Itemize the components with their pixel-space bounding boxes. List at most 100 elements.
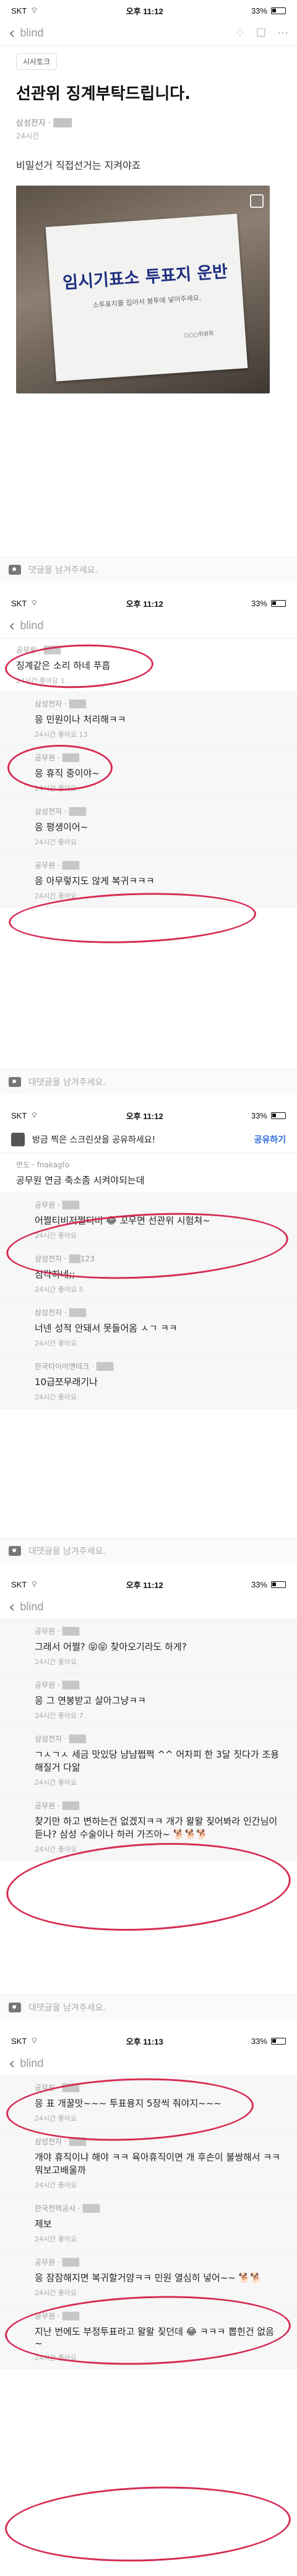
comment-row[interactable]: 삼성전자 · ▒▒▒ 응 민원이나 처리해ㅋㅋ 24시간 좋아요 13 [0, 692, 297, 746]
reply-bar[interactable]: 대댓글을 남겨주세요. [0, 1538, 297, 1563]
comment-row[interactable]: 삼성전자 · ▒▒123 심각하네;; 24시간 좋아요 5 [0, 1247, 297, 1301]
comment-meta: 24시간 좋아요 13 [35, 731, 88, 739]
post-photo[interactable]: 임시기표소 투표지 운반 소투표지를 집어서 봉투에 넣어주세요. ○○○위원회 [16, 186, 270, 393]
screenshot-panel-3: SKT ⌔ 오후 11:12 33% 방금 찍은 스크린샷을 공유하세요! 공유하… [0, 1105, 297, 1563]
reply-placeholder[interactable]: 댓글을 남겨주세요. [28, 564, 98, 576]
screenshot-panel-5: SKT ⌔ 오후 11:13 33% ‹ blind 공무원 · ▒▒▒ 응 표 개… [0, 2030, 297, 2576]
comment-text: 응 평생이어~ [35, 822, 88, 833]
comment-row[interactable]: 한국타이어앤테크 · ▒▒▒ 10급쪼무래기나 24시간 좋아요 [0, 1355, 297, 1409]
comment-meta: 24시간 좋아요 [35, 2181, 77, 2189]
camera-icon[interactable] [9, 564, 21, 575]
camera-icon[interactable] [9, 1076, 21, 1087]
top-nav: ‹ blind [0, 1595, 297, 1620]
comment-row[interactable]: 면도 · fnakagfo 공무원 연금 축소좀 시켜야되는데 [0, 1153, 297, 1193]
comment-list: 공무원 · ▒▒▒ 그래서 어쩔? 😝😝 찾아오기라도 하게? 24시간 좋아요 공무… [0, 1620, 297, 1861]
battery-icon [270, 2037, 286, 2045]
comment-row[interactable]: 공무원 · ▒▒▒ 징계같은 소리 하네 푸흡 24시간 좋아요 1 [0, 638, 297, 692]
comment-row[interactable]: 공무원 · ▒▒▒ 응 표 개꿀맛~~~ 투표용지 5장씩 줘야지~~~ 24시간 … [0, 2076, 297, 2130]
battery-percent: 33% [251, 6, 267, 15]
screenshot-panel-2: SKT ⌔ 오후 11:12 33% ‹ blind 공무원 · ▒▒▒ 징계같은 … [0, 593, 297, 1094]
comment-text: 응 휴직 중이야~ [35, 768, 100, 779]
comment-author: 삼성전자 · ▒▒▒ [35, 807, 87, 816]
comment-meta: 24시간 좋아요 [35, 838, 77, 846]
comment-meta: 24시간 좋아요 [35, 2114, 77, 2123]
battery-icon [270, 599, 286, 607]
comment-row[interactable]: 삼성전자 · ▒▒▒ ㄱㅅㄱㅅ 세금 맛있당 냠냠쩝쩍 ^^ 어차피 한 3달 짓… [0, 1727, 297, 1794]
post-company: 삼성전자 · ▒▒▒ [16, 119, 72, 128]
comment-row[interactable]: 삼성전자 · ▒▒▒ 너넨 성적 안돼서 못들어옴 ㅅㄱ ㅋㅋ 24시간 좋아요 [0, 1301, 297, 1355]
comment-author: 공무원 · ▒▒▒ [35, 2084, 80, 2092]
comment-list: 공무원 · ▒▒▒ 응 표 개꿀맛~~~ 투표용지 5장씩 줘야지~~~ 24시간 … [0, 2076, 297, 2369]
comment-text: 너넨 성적 안돼서 못들어옴 ㅅㄱ ㅋㅋ [35, 1323, 178, 1334]
comment-meta: 24시간 좋아요 7 [35, 1712, 84, 1720]
battery-icon [270, 7, 286, 14]
carrier: SKT [11, 6, 27, 15]
comment-meta: 24시간 좋아요 [35, 1779, 77, 1787]
comment-author: 한국타이어앤테크 · ▒▒▒ [35, 1362, 114, 1371]
comment-text: 10급쪼무래기나 [35, 1376, 98, 1388]
chevron-left-icon[interactable]: ‹ [9, 25, 15, 41]
comment-text: 찾기만 하고 변하는건 없겠지ㅋㅋ 개가 왈왈 짖어봐라 인간님이 듣나? 삼성… [35, 1816, 278, 1840]
comment-text: 응 잠잠해지면 복귀할거얌ㅋㅋ 민원 열심히 넣어~~ 🐕🐕 [35, 2272, 262, 2283]
comment-meta: 24시간 좋아요 1 [16, 677, 65, 685]
bookmark-icon[interactable]: ☐ [256, 27, 266, 40]
category-tag[interactable]: 시사토크 [16, 53, 58, 70]
chevron-left-icon[interactable]: ‹ [9, 2056, 15, 2072]
comment-author: 공무원 · ▒▒▒ [35, 1681, 80, 1689]
wifi-icon: ⌔ [30, 6, 38, 15]
clock: 오후 11:12 [126, 1111, 163, 1121]
comment-meta: 24시간 좋아요 [35, 1393, 77, 1401]
comment-row[interactable]: 삼성전자 · ▒▒▒ 응 평생이어~ 24시간 좋아요 [0, 800, 297, 854]
post: 시사토크 선관위 징계부탁드립니다. 삼성전자 · ▒▒▒ 24시간 비밀선거 … [0, 46, 297, 401]
comment-meta: 24시간 좋아요 [35, 2289, 77, 2297]
reply-bar[interactable]: 댓글을 남겨주세요. [0, 557, 297, 582]
comment-row[interactable]: 공무원 · ▒▒▒ 어쩔티비저쩔티비 😂 꼬우면 선관위 시험쳐~ 24시간 좋아요 [0, 1193, 297, 1247]
battery-icon [270, 1581, 286, 1588]
ballot-envelope: 임시기표소 투표지 운반 소투표지를 집어서 봉투에 넣어주세요. ○○○위원회 [45, 213, 248, 382]
screenshot-panel-1: SKT ⌔ 오후 11:12 33% ‹ blind ♢ ☐ ⋯ 시사토크 선관위 징… [0, 0, 297, 582]
chevron-left-icon[interactable]: ‹ [9, 618, 15, 634]
more-icon[interactable]: ⋯ [277, 27, 288, 40]
reply-placeholder[interactable]: 대댓글을 남겨주세요. [28, 1076, 106, 1088]
chevron-left-icon[interactable]: ‹ [9, 1599, 15, 1615]
share-text: 방금 찍은 스크린샷을 공유하세요! [32, 1135, 156, 1145]
comment-author: 삼성전자 · ▒▒▒ [35, 1308, 87, 1317]
comment-meta: 24시간 좋아요 5 [35, 1286, 84, 1294]
comment-row[interactable]: 공무원 · ▒▒▒ 찾기만 하고 변하는건 없겠지ㅋㅋ 개가 왈왈 짖어봐라 인간… [0, 1794, 297, 1861]
reply-placeholder[interactable]: 대댓글을 남겨주세요. [28, 2001, 106, 2014]
comment-author: 공무원 · ▒▒▒ [35, 753, 80, 762]
comment-meta: 24시간 좋아요 [35, 1845, 77, 1853]
reply-bar[interactable]: 대댓글을 남겨주세요. [0, 1994, 297, 2019]
comment-text: 응 그 연봉받고 살아그냥ㅋㅋ [35, 1695, 146, 1706]
reply-placeholder[interactable]: 대댓글을 남겨주세요. [28, 1545, 106, 1557]
wifi-icon: ⌔ [30, 1110, 38, 1120]
comment-author: 공무원 · ▒▒▒ [35, 1801, 80, 1810]
bell-icon[interactable]: ♢ [235, 27, 245, 40]
camera-icon[interactable] [9, 1545, 21, 1556]
clock: 오후 11:12 [126, 1580, 163, 1590]
carrier: SKT [11, 1579, 27, 1589]
top-nav: ‹ blind [0, 614, 297, 638]
comment-row[interactable]: 공무원 · ▒▒▒ 응 휴직 중이야~ 24시간 좋아요 [0, 746, 297, 800]
comment-row[interactable]: 공무원 · ▒▒▒ 지난 번에도 부정투표라고 왈왈 짖던데 😂 ㅋㅋㅋ 뽑힌건 … [0, 2304, 297, 2369]
comment-row[interactable]: 공무원 · ▒▒▒ 그래서 어쩔? 😝😝 찾아오기라도 하게? 24시간 좋아요 [0, 1620, 297, 1673]
comment-row[interactable]: 공무원 · ▒▒▒ 응 잠잠해지면 복귀할거얌ㅋㅋ 민원 열심히 넣어~~ 🐕🐕 2… [0, 2251, 297, 2304]
expand-icon[interactable] [250, 194, 264, 208]
comment-text: 징계같은 소리 하네 푸흡 [16, 660, 111, 671]
carrier: SKT [11, 2036, 27, 2046]
comment-row[interactable]: 삼성전자 · ▒▒▒ 개야 휴직이냐 해야 ㅋㅋ 육아휴직이면 개 후손이 불쌍해… [0, 2130, 297, 2197]
reply-bar[interactable]: 대댓글을 남겨주세요. [0, 1069, 297, 1094]
comment-row[interactable]: 공무원 · ▒▒▒ 응 그 연봉받고 살아그냥ㅋㅋ 24시간 좋아요 7 [0, 1673, 297, 1727]
camera-icon[interactable] [9, 2002, 21, 2012]
screenshot-panel-4: SKT ⌔ 오후 11:12 33% ‹ blind 공무원 · ▒▒▒ 그래서 어… [0, 1574, 297, 2019]
comment-text: 공무원 연금 축소좀 시켜야되는데 [16, 1175, 145, 1186]
post-time: 24시간 [16, 132, 40, 140]
comment-meta: 24시간 좋아요 [35, 1232, 77, 1240]
comment-row[interactable]: 한국전력공사 · ▒▒▒ 제보 24시간 좋아요 [0, 2197, 297, 2251]
wifi-icon: ⌔ [30, 1579, 38, 1589]
comment-text: 어쩔티비저쩔티비 😂 꼬우면 선관위 시험쳐~ [35, 1215, 210, 1226]
brand-logo: blind [20, 27, 44, 39]
comment-row[interactable]: 공무원 · ▒▒▒ 응 아무렇지도 않게 복귀ㅋㅋㅋ 24시간 좋아요 [0, 854, 297, 908]
comment-text: 그래서 어쩔? 😝😝 찾아오기라도 하게? [35, 1641, 187, 1652]
share-button[interactable]: 공유하기 [254, 1133, 286, 1146]
